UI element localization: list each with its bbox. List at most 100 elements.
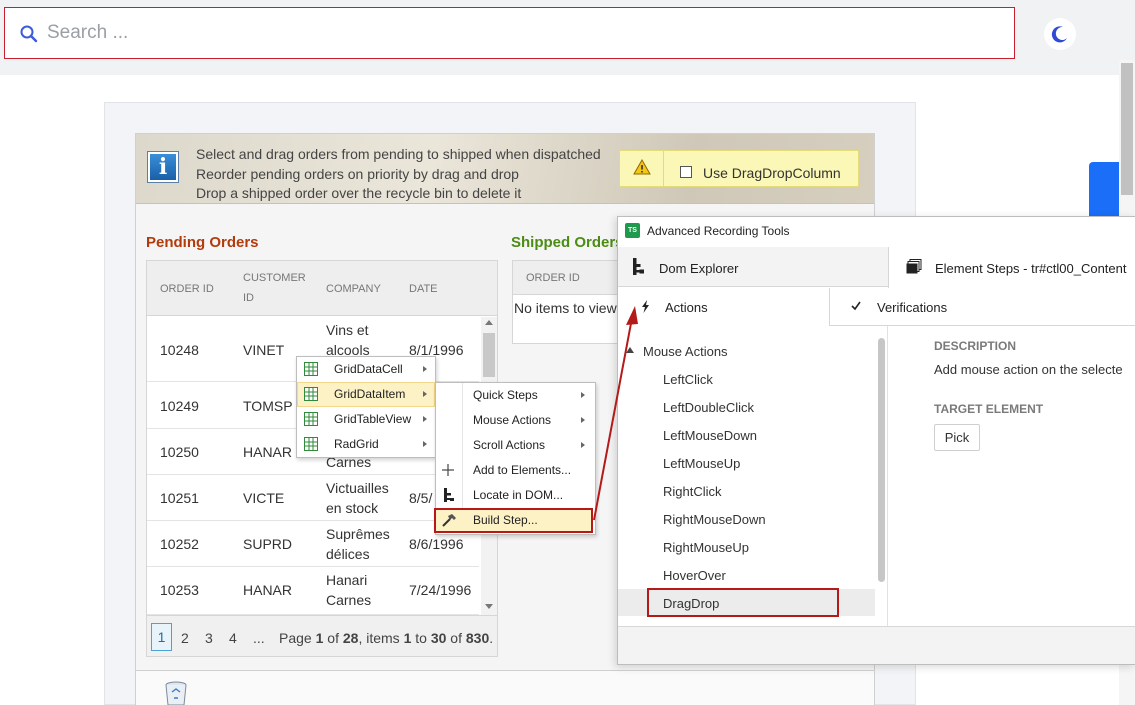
group-mouse-actions[interactable]: Mouse Actions xyxy=(643,344,728,359)
pager-page-1[interactable]: 1 xyxy=(151,623,172,651)
hammer-icon xyxy=(442,514,456,527)
action-item[interactable]: RightMouseDown xyxy=(663,512,766,527)
date-cell: 8/6/1996 xyxy=(409,536,464,552)
pager-more[interactable]: ... xyxy=(253,630,265,646)
use-dragdropcolumn-label[interactable]: Use DragDropColumn xyxy=(703,165,841,181)
tab-dom-explorer[interactable]: Dom Explorer xyxy=(659,261,738,276)
search-box[interactable] xyxy=(4,7,1015,59)
pager-page-4[interactable]: 4 xyxy=(229,630,237,646)
customer-id-cell: SUPRD xyxy=(243,536,293,552)
submenu-arrow-icon xyxy=(581,417,585,423)
menu-item-scroll-actions[interactable]: Scroll Actions xyxy=(473,433,545,458)
scroll-down-arrow-icon[interactable] xyxy=(485,604,493,609)
menu-item-quick-steps[interactable]: Quick Steps xyxy=(473,383,538,408)
customer-id-cell: HANAR xyxy=(243,582,293,598)
shipped-orders-title: Shipped Orders xyxy=(511,234,624,251)
grid-scrollbar-thumb[interactable] xyxy=(483,333,495,377)
tab-element-steps[interactable]: Element Steps - tr#ctl00_Content xyxy=(935,261,1127,276)
theme-toggle-button[interactable] xyxy=(1044,18,1076,50)
menu-item-locate-in-dom[interactable]: Locate in DOM... xyxy=(473,483,563,508)
customer-id-cell: VICTE xyxy=(243,490,285,506)
menu-item-radgrid[interactable]: RadGrid xyxy=(334,432,379,457)
dragdrop-highlight xyxy=(647,588,839,617)
submenu-arrow-icon xyxy=(423,416,427,422)
column-header-company[interactable]: COMPANY xyxy=(326,279,381,299)
action-item[interactable]: RightMouseUp xyxy=(663,540,749,555)
submenu-arrow-icon xyxy=(581,392,585,398)
action-item[interactable]: HoverOver xyxy=(663,568,726,583)
subtab-verifications-container xyxy=(829,288,1135,326)
option-divider xyxy=(663,150,664,187)
column-header-order-id[interactable]: ORDER ID xyxy=(526,268,580,288)
column-header-date[interactable]: DATE xyxy=(409,279,438,299)
subtab-actions[interactable]: Actions xyxy=(665,300,708,315)
window-title: Advanced Recording Tools xyxy=(647,224,790,238)
date-cell: 8/5/ xyxy=(409,490,433,506)
order-id-cell: 10248 xyxy=(160,342,199,358)
lightning-icon xyxy=(642,300,649,313)
order-id-cell: 10250 xyxy=(160,444,199,460)
search-input[interactable] xyxy=(47,20,947,46)
order-id-cell: 10249 xyxy=(160,398,199,414)
submenu-arrow-icon xyxy=(423,366,427,372)
info-line: Drop a shipped order over the recycle bi… xyxy=(196,185,522,201)
use-dragdropcolumn-checkbox[interactable] xyxy=(680,166,692,178)
date-cell: 7/24/1996 xyxy=(409,582,472,598)
grid-icon xyxy=(304,412,318,426)
customer-id-cell: HANAR xyxy=(243,444,293,460)
test-studio-logo-icon: TS xyxy=(625,223,640,238)
scroll-up-arrow-icon[interactable] xyxy=(485,320,493,325)
recycle-bin-icon[interactable] xyxy=(163,680,189,705)
pager-page-3[interactable]: 3 xyxy=(205,630,213,646)
column-header-customer-id[interactable]: CUSTOMER ID xyxy=(243,268,306,308)
grid-icon xyxy=(304,387,318,401)
actions-list xyxy=(618,326,888,626)
side-panel-tab[interactable] xyxy=(1089,162,1119,222)
dom-tree-icon xyxy=(633,258,644,275)
grid-icon xyxy=(304,437,318,451)
menu-item-gridtableview[interactable]: GridTableView xyxy=(334,407,411,432)
submenu-arrow-icon xyxy=(581,442,585,448)
company-cell: Hanari Carnes xyxy=(326,572,372,608)
grid-icon xyxy=(304,362,318,376)
menu-item-add-to-elements[interactable]: Add to Elements... xyxy=(473,458,571,483)
empty-message: No items to view xyxy=(514,300,617,316)
menu-item-griddatacell[interactable]: GridDataCell xyxy=(334,357,403,382)
company-cell: Victuailles en stock xyxy=(326,480,389,516)
checkmark-icon xyxy=(851,301,861,311)
action-item[interactable]: RightClick xyxy=(663,484,722,499)
submenu-arrow-icon xyxy=(423,441,427,447)
target-element-label: TARGET ELEMENT xyxy=(934,402,1044,416)
description-label: DESCRIPTION xyxy=(934,339,1017,353)
action-item[interactable]: LeftClick xyxy=(663,372,713,387)
pick-button[interactable]: Pick xyxy=(934,424,980,451)
order-id-cell: 10252 xyxy=(160,536,199,552)
page-scrollbar-thumb[interactable] xyxy=(1121,63,1133,195)
action-item[interactable]: LeftDoubleClick xyxy=(663,400,754,415)
pager-page-2[interactable]: 2 xyxy=(181,630,189,646)
details-divider xyxy=(887,326,888,626)
collapse-arrow-icon[interactable] xyxy=(626,347,634,353)
subtab-verifications[interactable]: Verifications xyxy=(877,300,947,315)
actions-list-scrollbar[interactable] xyxy=(878,338,885,582)
action-item[interactable]: LeftMouseDown xyxy=(663,428,757,443)
company-cell: Vins et alcools xyxy=(326,322,370,358)
grid-header-filler xyxy=(479,261,497,316)
company-cell: Suprêmes délices xyxy=(326,526,390,562)
order-id-cell: 10251 xyxy=(160,490,199,506)
warning-icon xyxy=(633,159,651,175)
customer-id-cell: VINET xyxy=(243,342,285,358)
info-icon: i xyxy=(148,152,178,182)
menu-item-build-step[interactable]: Build Step... xyxy=(473,508,538,533)
pending-orders-title: Pending Orders xyxy=(146,234,259,251)
plus-icon xyxy=(442,464,454,476)
customer-id-cell: TOMSP xyxy=(243,398,293,414)
action-item[interactable]: LeftMouseUp xyxy=(663,456,740,471)
order-id-cell: 10253 xyxy=(160,582,199,598)
column-header-order-id[interactable]: ORDER ID xyxy=(160,279,214,299)
recycle-area xyxy=(136,670,874,705)
submenu-arrow-icon xyxy=(423,391,427,397)
dom-tree-icon xyxy=(444,488,454,502)
menu-item-mouse-actions[interactable]: Mouse Actions xyxy=(473,408,551,433)
menu-item-griddataitem[interactable]: GridDataItem xyxy=(334,382,405,407)
